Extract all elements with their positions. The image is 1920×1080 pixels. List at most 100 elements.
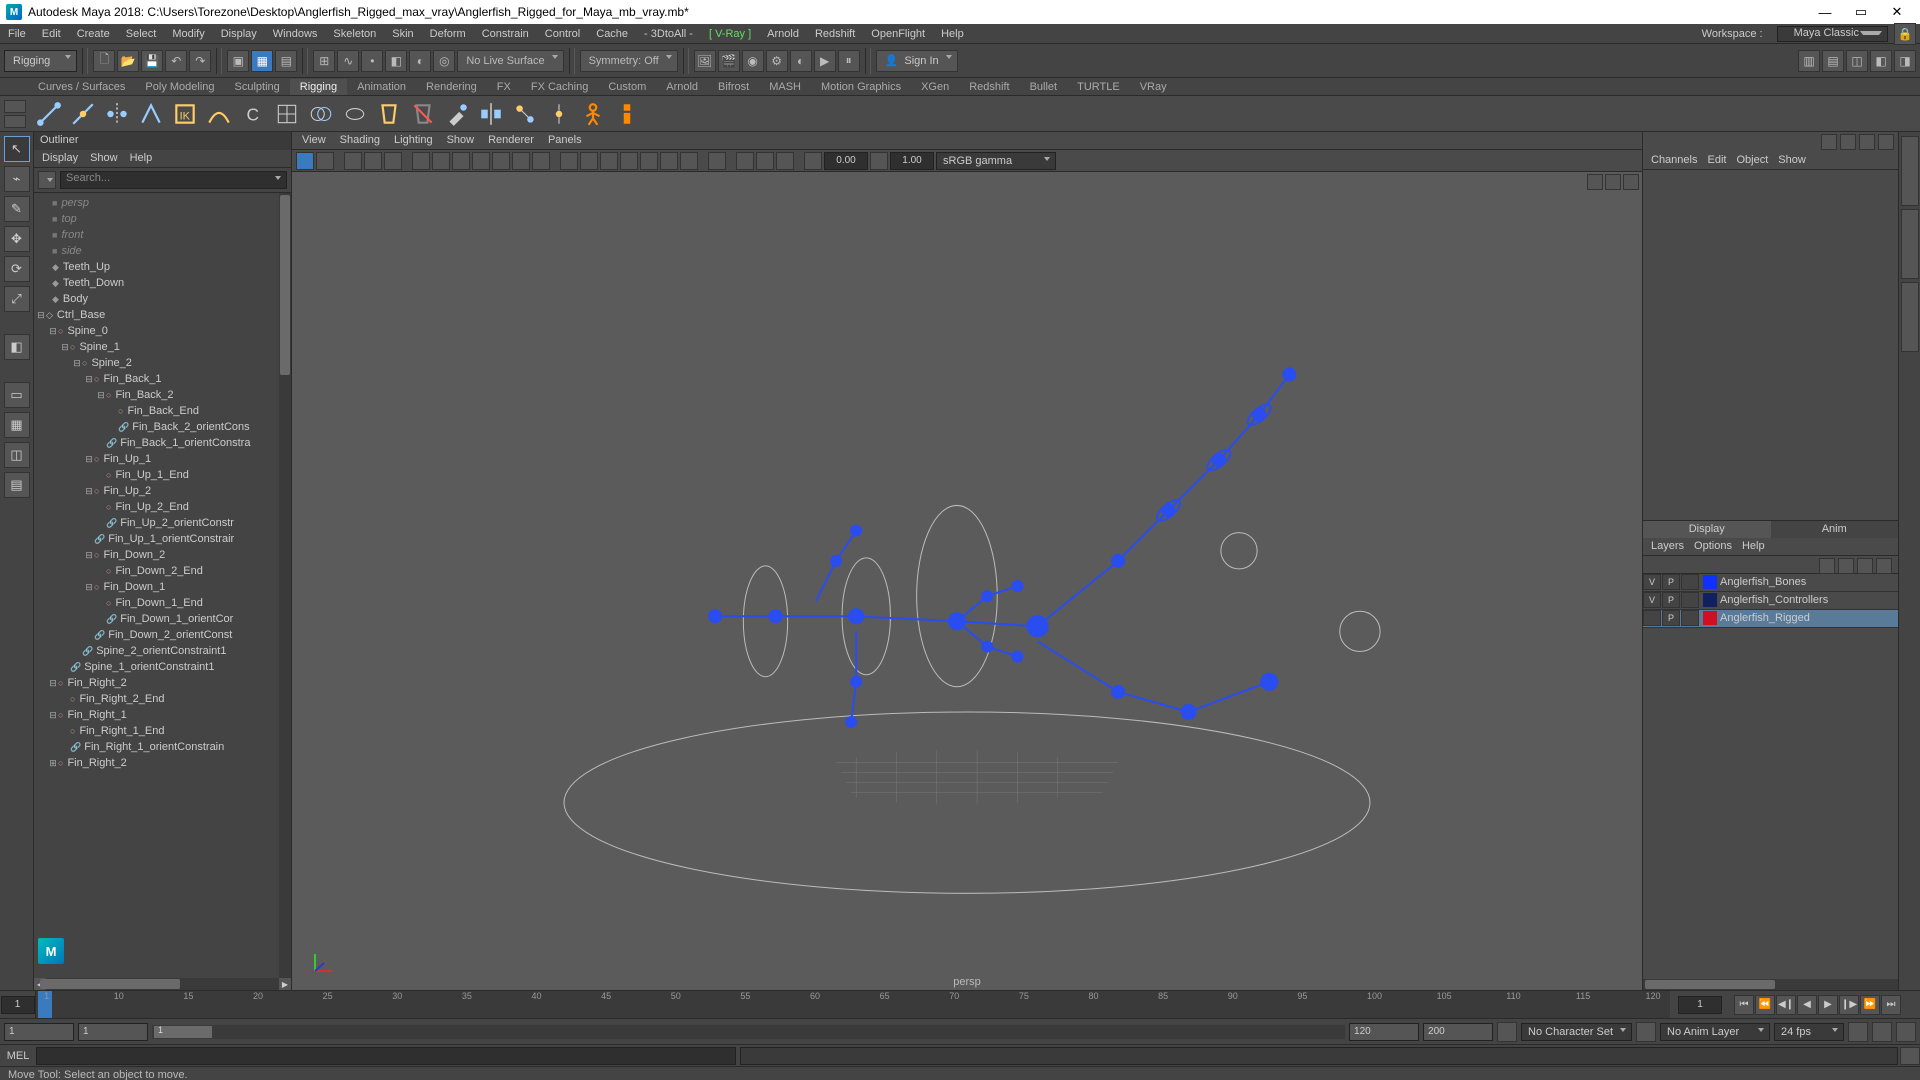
- vp-motionblur-icon[interactable]: [680, 152, 698, 170]
- vp-select-camera-icon[interactable]: [296, 152, 314, 170]
- outliner-filter-icon[interactable]: [38, 171, 56, 189]
- vp-colorspace-selector[interactable]: sRGB gamma: [936, 152, 1056, 170]
- save-scene-icon[interactable]: 💾: [141, 50, 163, 72]
- menu-3dtoall[interactable]: - 3DtoAll -: [636, 28, 701, 40]
- snap-curve-icon[interactable]: ∿: [337, 50, 359, 72]
- vp-bookmark-icon[interactable]: [316, 152, 334, 170]
- channelbox-tab[interactable]: [1901, 282, 1919, 352]
- layer-tool-2-icon[interactable]: [1838, 558, 1854, 574]
- menu-display[interactable]: Display: [213, 28, 265, 40]
- quick-rig-icon[interactable]: [578, 99, 608, 129]
- outliner-menu-help[interactable]: Help: [130, 152, 153, 165]
- live-surface-field[interactable]: No Live Surface: [457, 50, 563, 72]
- shelf-tab-fxcache[interactable]: FX Caching: [521, 79, 598, 95]
- symmetry-selector[interactable]: Symmetry: Off: [580, 50, 678, 72]
- shelf-tab-arnold[interactable]: Arnold: [656, 79, 708, 95]
- wrap-icon[interactable]: [340, 99, 370, 129]
- menuset-selector[interactable]: Rigging: [4, 50, 77, 72]
- shelf-tab-anim[interactable]: Animation: [347, 79, 416, 95]
- menu-control[interactable]: Control: [537, 28, 588, 40]
- joint-tool-icon[interactable]: [34, 99, 64, 129]
- cmd-lang-label[interactable]: MEL: [0, 1050, 36, 1062]
- render-view-icon[interactable]: 🖼: [694, 50, 716, 72]
- minimize-button[interactable]: —: [1808, 1, 1842, 23]
- vp-menu-lighting[interactable]: Lighting: [394, 134, 433, 147]
- workspace-selector[interactable]: Maya Classic: [1777, 26, 1888, 42]
- vp-isolate-icon[interactable]: [708, 152, 726, 170]
- snap-grid-icon[interactable]: ⊞: [313, 50, 335, 72]
- shelf-tab-render[interactable]: Rendering: [416, 79, 487, 95]
- vp-menu-panels[interactable]: Panels: [548, 134, 582, 147]
- vp-max-icon[interactable]: [1587, 174, 1603, 190]
- layer-tab-display[interactable]: Display: [1643, 521, 1771, 538]
- outliner-menu-show[interactable]: Show: [90, 152, 118, 165]
- step-back-key-icon[interactable]: ⏪: [1755, 995, 1775, 1015]
- shelf-tab-mograph[interactable]: Motion Graphics: [811, 79, 911, 95]
- shelf-tab-mash[interactable]: MASH: [759, 79, 811, 95]
- layer-tool-3-icon[interactable]: [1857, 558, 1873, 574]
- outliner-search-input[interactable]: Search...: [60, 171, 287, 189]
- menu-file[interactable]: File: [0, 28, 34, 40]
- vp-menu-view[interactable]: View: [302, 134, 326, 147]
- attr-editor-tab[interactable]: [1901, 136, 1919, 206]
- shelf-tab-curves[interactable]: Curves / Surfaces: [28, 79, 135, 95]
- vp-res-gate-icon[interactable]: [452, 152, 470, 170]
- autokey-icon[interactable]: [1848, 1022, 1868, 1042]
- viewport-3d[interactable]: persp: [292, 172, 1642, 990]
- step-back-icon[interactable]: ◀❙: [1776, 995, 1796, 1015]
- menu-cache[interactable]: Cache: [588, 28, 636, 40]
- vp-gamma-value[interactable]: 1.00: [890, 152, 934, 170]
- menu-deform[interactable]: Deform: [422, 28, 474, 40]
- shelf-toggle[interactable]: [4, 100, 26, 128]
- paint-select-tool-icon[interactable]: ✎: [4, 196, 30, 222]
- toggle-cbox-icon[interactable]: ◨: [1894, 50, 1916, 72]
- outliner-menu-display[interactable]: Display: [42, 152, 78, 165]
- snap-plane-icon[interactable]: ◧: [385, 50, 407, 72]
- range-start-field[interactable]: 1: [4, 1023, 74, 1041]
- new-scene-icon[interactable]: 🗋: [93, 50, 115, 72]
- vp-menu-shading[interactable]: Shading: [340, 134, 380, 147]
- select-tool-icon[interactable]: ↖: [4, 136, 30, 162]
- chb-icon-1[interactable]: [1821, 134, 1837, 150]
- shelf-tab-turtle[interactable]: TURTLE: [1067, 79, 1130, 95]
- goto-start-icon[interactable]: ⏮: [1734, 995, 1754, 1015]
- move-tool-icon[interactable]: ✥: [4, 226, 30, 252]
- vp-settings-icon[interactable]: [1605, 174, 1621, 190]
- shelf-tab-poly[interactable]: Poly Modeling: [135, 79, 224, 95]
- layer-menu-options[interactable]: Options: [1694, 540, 1732, 553]
- shelf-tab-xgen[interactable]: XGen: [911, 79, 959, 95]
- menu-skeleton[interactable]: Skeleton: [325, 28, 384, 40]
- vp-gamma-icon[interactable]: [870, 152, 888, 170]
- script-editor-icon[interactable]: [1900, 1047, 1920, 1065]
- select-mode-object-icon[interactable]: ▣: [227, 50, 249, 72]
- outliner-vscroll[interactable]: [279, 193, 291, 978]
- layer-tool-4-icon[interactable]: [1876, 558, 1892, 574]
- channelbox-hscroll[interactable]: [1643, 979, 1898, 990]
- vp-textured-icon[interactable]: [600, 152, 618, 170]
- chb-menu-edit[interactable]: Edit: [1707, 154, 1726, 167]
- menu-redshift[interactable]: Redshift: [807, 28, 863, 40]
- menu-edit[interactable]: Edit: [34, 28, 69, 40]
- vp-shadows-icon[interactable]: [640, 152, 658, 170]
- mirror-joint-icon[interactable]: [102, 99, 132, 129]
- snap-point-icon[interactable]: •: [361, 50, 383, 72]
- vp-wireframe-icon[interactable]: [560, 152, 578, 170]
- menu-arnold[interactable]: Arnold: [759, 28, 807, 40]
- outliner-hscroll[interactable]: ◀▶: [34, 978, 291, 990]
- vp-close-icon[interactable]: [1623, 174, 1639, 190]
- menu-constrain[interactable]: Constrain: [474, 28, 537, 40]
- vp-ao-icon[interactable]: [660, 152, 678, 170]
- cluster-icon[interactable]: C: [238, 99, 268, 129]
- scale-tool-icon[interactable]: ⤢: [4, 286, 30, 312]
- snap-surface-icon[interactable]: ◐: [409, 50, 431, 72]
- toggle-toolbox-icon[interactable]: ◧: [1870, 50, 1892, 72]
- menu-vray[interactable]: [ V-Ray ]: [701, 28, 759, 40]
- pause-icon[interactable]: ⏸: [838, 50, 860, 72]
- signin-button[interactable]: 👤 Sign In: [876, 50, 958, 72]
- charset-opts-icon[interactable]: [1636, 1022, 1656, 1042]
- vp-xray-active-icon[interactable]: [776, 152, 794, 170]
- vp-safe-title-icon[interactable]: [532, 152, 550, 170]
- layout-single-icon[interactable]: ▭: [4, 382, 30, 408]
- vp-film-gate-icon[interactable]: [432, 152, 450, 170]
- vp-grid-icon[interactable]: [412, 152, 430, 170]
